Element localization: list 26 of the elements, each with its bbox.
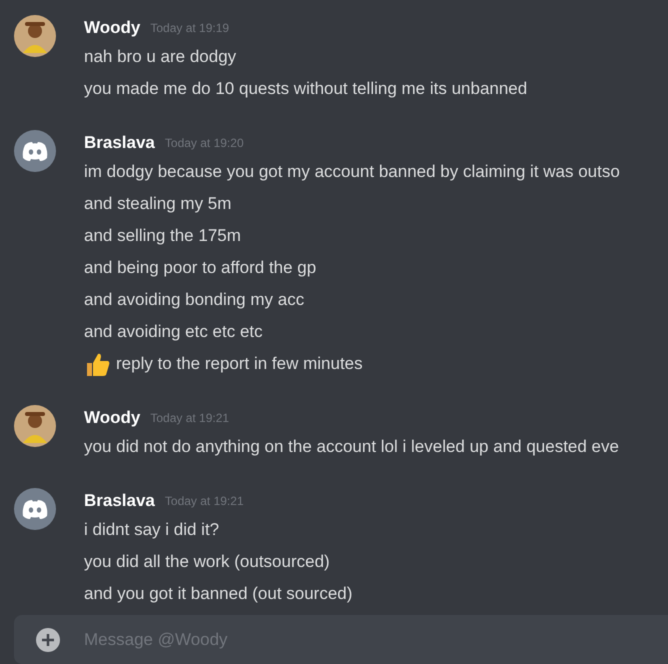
message-text: you made me do 10 quests without telling me its unbanned bbox=[84, 79, 528, 99]
timestamp: Today at 19:20 bbox=[164, 136, 244, 150]
plus-icon[interactable] bbox=[36, 628, 60, 652]
message-text: nah bro u are dodgy bbox=[84, 47, 236, 67]
timestamp: Today at 19:19 bbox=[150, 21, 230, 35]
avatar[interactable] bbox=[14, 130, 56, 172]
username[interactable]: Woody bbox=[84, 18, 140, 38]
avatar[interactable] bbox=[14, 15, 56, 57]
timestamp: Today at 19:21 bbox=[164, 494, 244, 508]
timestamp: Today at 19:21 bbox=[150, 411, 230, 425]
message-text: and avoiding bonding my acc bbox=[84, 290, 304, 310]
username[interactable]: Woody bbox=[84, 408, 140, 428]
message-text: you did not do anything on the account lol i leveled up and quested eve bbox=[84, 437, 619, 457]
message-text: im dodgy because you got my account banned by claiming it was outso bbox=[84, 162, 620, 182]
message-text: and avoiding etc etc etc bbox=[84, 322, 263, 342]
username[interactable]: Braslava bbox=[84, 491, 155, 511]
message-text: and being poor to afford the gp bbox=[84, 258, 316, 278]
message-text: and stealing my 5m bbox=[84, 194, 232, 214]
message-text: and selling the 175m bbox=[84, 226, 241, 246]
message-text: i didnt say i did it? bbox=[84, 520, 220, 540]
message-text: and you got it banned (out sourced) bbox=[84, 584, 352, 604]
username[interactable]: Braslava bbox=[84, 133, 155, 153]
avatar[interactable] bbox=[14, 488, 56, 530]
message-text: you did all the work (outsourced) bbox=[84, 552, 330, 572]
avatar[interactable] bbox=[14, 405, 56, 447]
message-text: reply to the report in few minutes bbox=[116, 354, 363, 374]
